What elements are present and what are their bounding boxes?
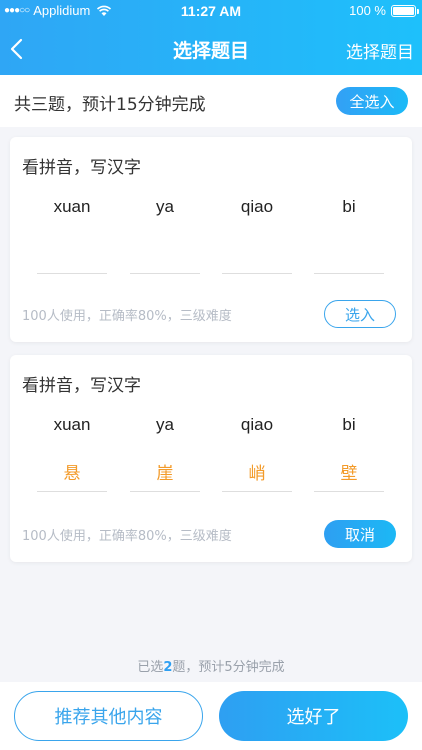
select-all-button[interactable]: 全选入	[336, 87, 408, 115]
pinyin-item: xuan	[53, 197, 91, 216]
select-question-button[interactable]: 选入	[324, 300, 396, 328]
battery-icon	[391, 4, 419, 17]
question-card: 看拼音，写汉字 xuan ya qiao bi 100人使用，正确率80%，三级…	[10, 137, 412, 342]
answer-underline	[222, 273, 292, 274]
pinyin-item: ya	[156, 197, 174, 216]
answer-underline	[37, 491, 107, 492]
bottom-action-bar: 推荐其他内容 选好了	[0, 682, 422, 750]
selection-prefix: 已选	[137, 660, 164, 675]
answer-char: 悬	[63, 464, 81, 484]
summary-text: 共三题，预计15分钟完成	[14, 95, 206, 115]
summary-bar: 共三题，预计15分钟完成 全选入	[0, 75, 422, 127]
app-header: ●●●○○ Applidium 11:27 AM 100 % 选择题目 选择题目	[0, 0, 422, 75]
status-bar: ●●●○○ Applidium 11:27 AM 100 %	[0, 0, 422, 22]
pinyin-row: xuan ya qiao bi	[10, 197, 412, 227]
answer-underline	[130, 273, 200, 274]
selection-suffix: 题，预计5分钟完成	[172, 660, 285, 675]
answer-underline	[130, 491, 200, 492]
pinyin-item: xuan	[53, 415, 91, 434]
nav-bar: 选择题目 选择题目	[0, 28, 422, 72]
cancel-question-button[interactable]: 取消	[324, 520, 396, 548]
pinyin-item: qiao	[240, 197, 274, 216]
question-meta: 100人使用，正确率80%，三级难度	[22, 529, 232, 544]
pinyin-row: xuan ya qiao bi	[10, 415, 412, 445]
answer-char: 崖	[156, 464, 174, 484]
answer-char: 壁	[340, 464, 358, 484]
pinyin-item: bi	[342, 415, 356, 434]
pinyin-item: ya	[156, 415, 174, 434]
answer-underline	[314, 491, 384, 492]
pinyin-item: qiao	[240, 415, 274, 434]
battery-percent: 100 %	[349, 3, 386, 18]
answer-underline	[314, 273, 384, 274]
answer-underline	[222, 491, 292, 492]
done-button[interactable]: 选好了	[219, 691, 408, 741]
answer-underline	[37, 273, 107, 274]
question-title: 看拼音，写汉字	[22, 158, 141, 178]
answer-char: 峭	[248, 464, 266, 484]
question-title: 看拼音，写汉字	[22, 376, 141, 396]
selection-summary: 已选2题，预计5分钟完成	[0, 656, 422, 675]
question-meta: 100人使用，正确率80%，三级难度	[22, 309, 232, 324]
battery-status: 100 %	[349, 3, 419, 18]
question-card: 看拼音，写汉字 xuan ya qiao bi 悬 崖 峭 壁 100人使用，正…	[10, 355, 412, 562]
pinyin-item: bi	[342, 197, 356, 216]
recommend-other-button[interactable]: 推荐其他内容	[14, 691, 203, 741]
nav-right-button[interactable]: 选择题目	[346, 38, 414, 63]
